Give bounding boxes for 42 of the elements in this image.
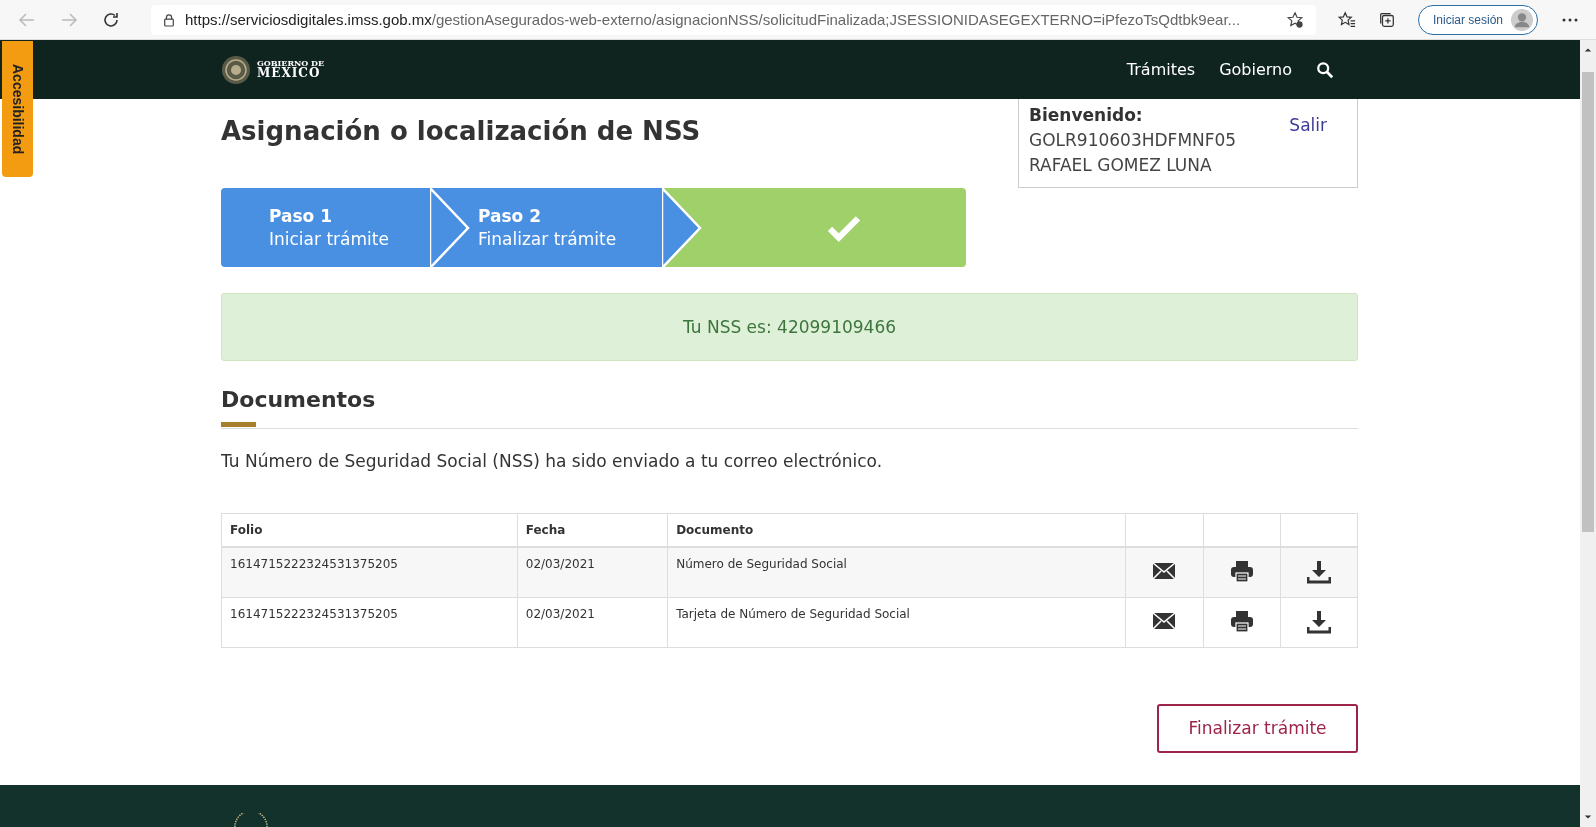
step-label: Paso 2 — [478, 205, 543, 228]
lock-icon — [163, 12, 175, 27]
logout-link[interactable]: Salir — [1289, 115, 1327, 187]
sign-in-button[interactable]: Iniciar sesión — [1417, 4, 1538, 35]
download-icon[interactable] — [1306, 610, 1331, 634]
download-icon[interactable] — [1306, 560, 1331, 585]
accessibility-tab[interactable]: Accesibilidad — [2, 41, 33, 177]
finish-button[interactable]: Finalizar trámite — [1157, 703, 1358, 753]
page-title: Asignación o localización de NSS — [221, 116, 702, 146]
printer-icon[interactable] — [1229, 560, 1254, 585]
table-cell: 02/03/2021 — [517, 597, 668, 647]
section-title: Documentos — [221, 387, 377, 412]
scrollbar-thumb[interactable] — [1582, 72, 1594, 532]
table-cell: Tarjeta de Número de Seguridad Social — [667, 597, 1126, 647]
favorites-icon[interactable] — [1337, 10, 1356, 29]
avatar-icon — [1511, 8, 1533, 31]
welcome-label: Bienvenido: — [1029, 104, 1144, 127]
url-text: https://serviciosdigitales.imss.gob.mx/gestionAsegurados-web-externo/asignacionNSS/solicitudFinalizada;JSESSIONIDASEGEXTERNO=iPfezoTsQdtbk9ear... — [185, 11, 1242, 28]
table-cell: 1614715222324531375205 — [221, 547, 518, 597]
user-name: RAFAEL GOMEZ LUNA — [1029, 154, 1213, 177]
table-cell: Número de Seguridad Social — [667, 547, 1126, 597]
scrollbar[interactable] — [1580, 40, 1596, 827]
step-caption: Finalizar trámite — [478, 227, 617, 250]
success-alert: Tu NSS es: 42099109466 — [221, 293, 1358, 361]
scroll-up-icon[interactable] — [1584, 46, 1592, 54]
favorite-add-icon[interactable] — [1285, 10, 1304, 29]
info-message: Tu Número de Seguridad Social (NSS) ha sido enviado a tu correo electrónico. — [221, 451, 884, 471]
nav-link[interactable]: Trámites — [1126, 60, 1196, 79]
collections-icon[interactable] — [1377, 10, 1396, 29]
search-icon[interactable] — [1316, 60, 1334, 79]
address-bar[interactable]: https://serviciosdigitales.imss.gob.mx/gestionAsegurados-web-externo/asignacionNSS/solicitudFinalizada;JSESSIONIDASEGEXTERNO=iPfezoTsQdtbk9ear... — [151, 4, 1316, 35]
site-logo[interactable]: GOBIERNO DE MÉXICO — [221, 54, 325, 85]
step-caption: Iniciar trámite — [269, 227, 389, 250]
scroll-down-icon[interactable] — [1584, 813, 1592, 821]
title-underline — [221, 422, 256, 427]
logo-text: MÉXICO — [257, 67, 321, 80]
nav-link[interactable]: Gobierno — [1219, 60, 1292, 79]
printer-icon[interactable] — [1229, 610, 1254, 634]
user-curp: GOLR910603HDFMNF05 — [1029, 129, 1237, 152]
step-label: Paso 1 — [269, 205, 334, 228]
table-cell: 1614715222324531375205 — [221, 597, 518, 647]
table-cell: 02/03/2021 — [517, 547, 668, 597]
